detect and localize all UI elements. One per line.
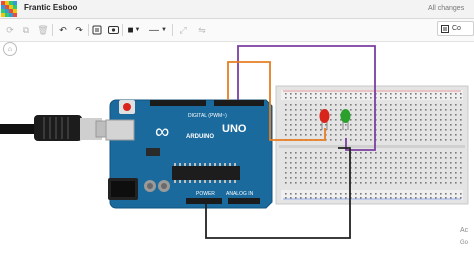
chevron-down-icon: ▼: [134, 27, 141, 33]
power-label: POWER: [196, 191, 215, 197]
copy-icon[interactable]: ⧉: [20, 23, 32, 37]
redo-icon[interactable]: ↷: [73, 23, 85, 37]
code-icon: [441, 24, 449, 33]
arduino-logo-icon: ∞: [155, 121, 169, 143]
brand-label: ARDUINO: [186, 134, 214, 140]
watermark-line-1: Ac: [460, 227, 469, 234]
flip-icon[interactable]: ⤢: [177, 23, 189, 37]
atmega-chip: [172, 166, 240, 180]
arduino-board[interactable]: DIGITAL (PWM~) ∞ ARDUINO UNO POWER ANALO…: [105, 99, 273, 209]
color-picker[interactable]: ■ ▼: [126, 23, 142, 37]
chevron-down-icon: ▼: [161, 27, 167, 33]
undo-icon[interactable]: ↶: [57, 23, 69, 37]
rotate-icon[interactable]: ⟳: [4, 23, 16, 37]
code-button-label: Co: [452, 25, 461, 32]
analog-header[interactable]: [228, 198, 260, 204]
code-button[interactable]: Co: [437, 21, 474, 36]
power-header[interactable]: [186, 198, 222, 204]
tinkercad-logo[interactable]: [1, 1, 17, 17]
circuit-canvas[interactable]: ⌂ DIGITAL (PWM~) ∞ ARDUINO UNO POWER ANA…: [0, 42, 474, 278]
toolbar: ⟳ ⧉ 🗑 ↶ ↷ ■ ▼ — ▼ ⤢ ⇋: [0, 19, 474, 42]
project-title[interactable]: Frantic Esboo: [24, 3, 77, 12]
save-status: All changes: [428, 5, 465, 12]
notes-icon[interactable]: [91, 23, 103, 37]
line-style-icon: —: [149, 24, 160, 36]
title-bar: Frantic Esboo All changes: [0, 0, 474, 19]
watermark-line-2: Go: [460, 240, 469, 246]
digital-header[interactable]: [150, 100, 206, 106]
mirror-icon[interactable]: ⇋: [196, 23, 208, 37]
digital-label: DIGITAL (PWM~): [188, 113, 227, 119]
line-style-picker[interactable]: — ▼: [147, 23, 169, 37]
analog-label: ANALOG IN: [226, 191, 254, 197]
breadboard[interactable]: [275, 85, 469, 205]
model-label: UNO: [222, 123, 247, 135]
color-swatch-icon: ■: [127, 24, 134, 36]
visibility-icon[interactable]: [107, 23, 119, 37]
digital-header-2[interactable]: [214, 100, 264, 106]
delete-icon[interactable]: 🗑: [37, 23, 49, 37]
